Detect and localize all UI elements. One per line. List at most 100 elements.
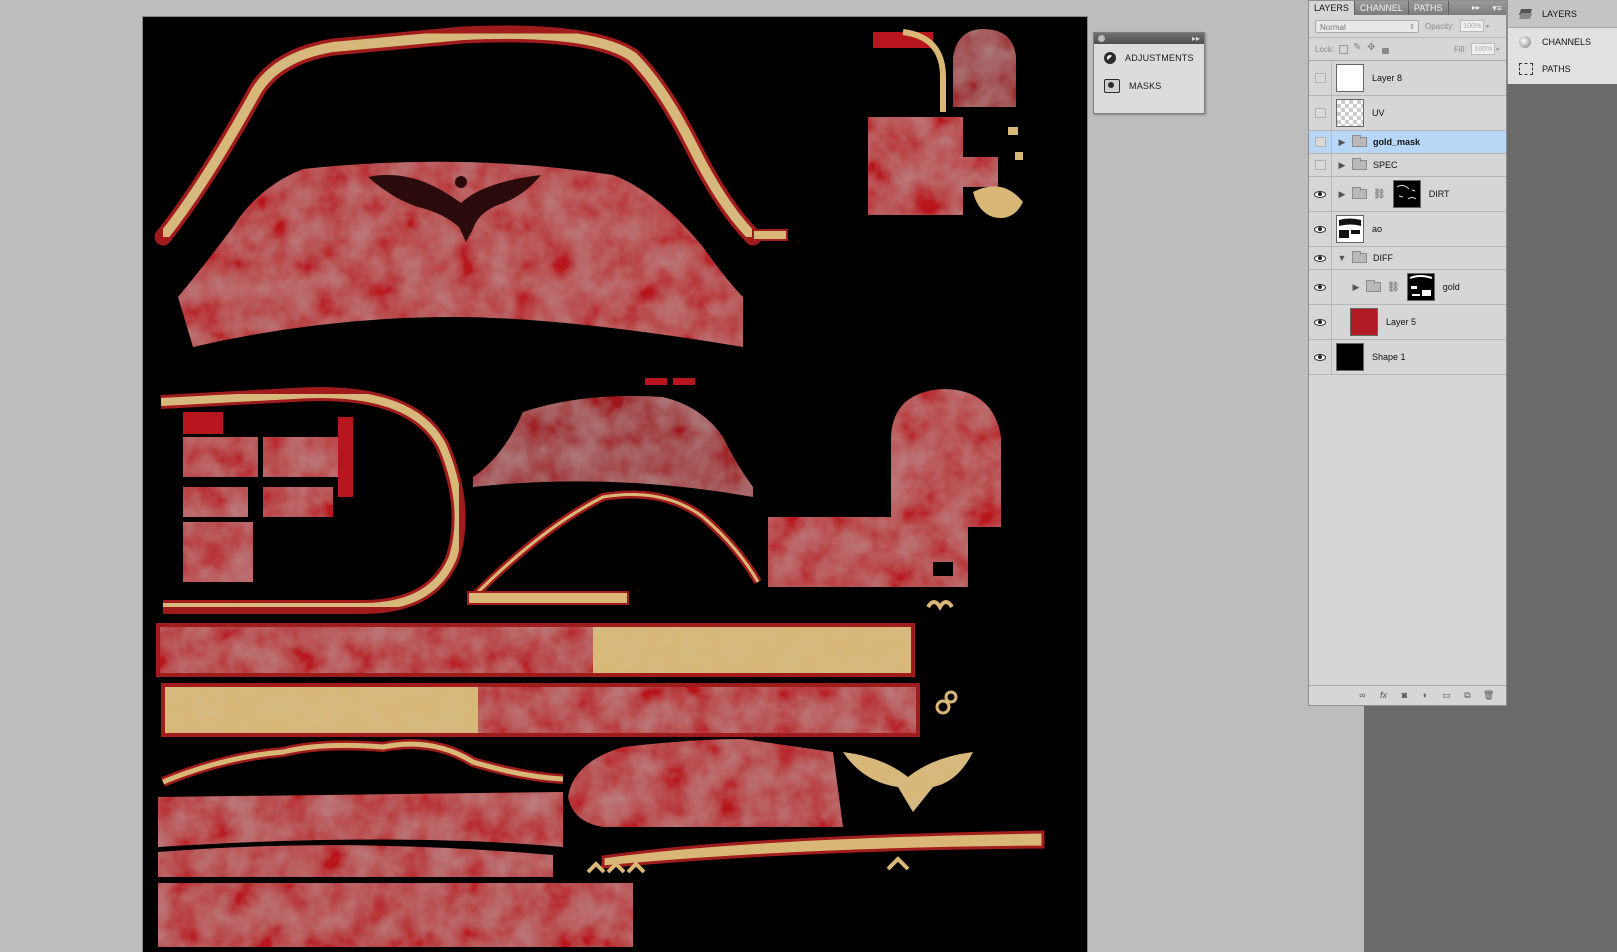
panel-dock: LAYERS CHANNELS PATHS [1507,0,1617,84]
layer-thumbnail [1336,99,1364,127]
dock-label: LAYERS [1542,8,1577,19]
visibility-toggle[interactable] [1309,270,1332,304]
visibility-toggle[interactable] [1309,247,1332,269]
new-layer-icon[interactable]: ⧉ [1462,690,1473,701]
blend-mode-select[interactable]: Normal [1315,19,1419,34]
eye-icon [1314,225,1326,233]
collapse-arrow-icon[interactable]: ▼ [1336,253,1348,263]
visibility-toggle[interactable] [1309,305,1332,339]
hidden-eye-icon [1314,73,1326,83]
delete-layer-icon[interactable]: 🗑 [1483,690,1494,701]
collapse-icon[interactable]: ▸▸ [1472,1,1480,15]
folder-icon [1352,135,1367,147]
lock-image-icon[interactable] [1353,42,1362,54]
folder-icon [1352,187,1367,199]
layer-thumbnail [1336,64,1364,92]
new-group-icon[interactable]: ▭ [1441,690,1452,701]
adjustments-icon [1104,52,1116,64]
adjustments-item[interactable]: ADJUSTMENTS [1094,44,1204,72]
dock-channels[interactable]: CHANNELS [1508,28,1617,55]
lock-all-icon[interactable] [1381,45,1390,54]
layers-panel-tabs: LAYERS CHANNEL PATHS ▸▸ ▾≡ [1309,1,1506,15]
layer-name: Layer 8 [1372,73,1403,83]
layer-name: gold [1442,282,1460,292]
layer-thumbnail [1336,343,1364,371]
opacity-field[interactable]: 100% [1460,20,1485,32]
layer-name: DIFF [1373,253,1393,263]
visibility-toggle[interactable] [1309,96,1332,130]
link-layers-icon[interactable]: ∞ [1357,690,1368,701]
layer-group-row[interactable]: ▶ SPEC [1309,154,1506,177]
layer-group-row[interactable]: ▶ ⛓ gold [1309,270,1506,305]
add-mask-icon[interactable]: ◙ [1399,690,1410,701]
expand-arrow-icon[interactable]: ▶ [1350,282,1362,293]
uv-texture-artwork [154,25,1045,947]
lock-position-icon[interactable] [1367,42,1376,54]
layer-name: Layer 5 [1386,317,1417,327]
document-canvas[interactable] [143,17,1087,952]
eye-icon [1314,318,1326,326]
fill-label: Fill: [1454,44,1467,54]
layer-row[interactable]: Shape 1 [1309,340,1506,375]
masks-icon [1104,79,1120,93]
tab-layers[interactable]: LAYERS [1309,1,1355,15]
tab-channels[interactable]: CHANNEL [1355,1,1409,15]
tab-paths[interactable]: PATHS [1409,1,1449,15]
expand-arrow-icon[interactable]: ▶ [1336,160,1348,171]
close-icon[interactable] [1098,35,1105,42]
visibility-toggle[interactable] [1309,131,1332,153]
panel-header[interactable]: ▸▸ [1094,33,1204,44]
layer-row[interactable]: Layer 5 [1309,305,1506,340]
layer-row[interactable]: ao [1309,212,1506,247]
lock-row: Lock: Fill: 100% ▸ [1309,38,1506,61]
visibility-toggle[interactable] [1309,61,1332,95]
channels-icon [1518,35,1534,49]
mask-thumbnail[interactable] [1406,273,1435,301]
panel-menu-icon[interactable]: ▾≡ [1492,1,1502,15]
dock-paths[interactable]: PATHS [1508,55,1617,82]
layer-name: Shape 1 [1372,352,1406,362]
lock-label: Lock: [1315,44,1335,54]
layer-thumbnail [1350,308,1378,336]
layer-thumbnail [1336,215,1364,243]
layer-name: DIRT [1428,189,1450,199]
layer-name: SPEC [1373,160,1398,170]
layer-row[interactable]: UV [1309,96,1506,131]
adjustment-layer-icon[interactable]: ◐ [1420,690,1431,701]
folder-icon [1366,280,1381,292]
adjustments-label: ADJUSTMENTS [1125,53,1194,63]
fill-dropdown-icon[interactable]: ▸ [1496,45,1500,53]
masks-item[interactable]: MASKS [1094,72,1204,100]
hidden-eye-icon [1314,108,1326,118]
link-icon: ⛓ [1387,281,1400,293]
expand-arrow-icon[interactable]: ▶ [1336,189,1348,200]
opacity-dropdown-icon[interactable]: ▸ [1486,22,1490,30]
layer-group-row[interactable]: ▶ gold_mask [1309,131,1506,154]
mask-thumbnail[interactable] [1392,180,1421,208]
layer-group-row[interactable]: ▼ DIFF [1309,247,1506,270]
visibility-toggle[interactable] [1309,340,1332,374]
layers-panel-footer: ∞ fx ◙ ◐ ▭ ⧉ 🗑 [1309,685,1506,705]
layer-group-row[interactable]: ▶ ⛓ DIRT [1309,177,1506,212]
layer-list: Layer 8 UV ▶ gold_mask ▶ SPEC ▶ ⛓ DIRT a… [1309,61,1506,375]
dock-label: PATHS [1542,63,1571,74]
expand-arrow-icon[interactable]: ▶ [1336,137,1348,148]
eye-icon [1314,283,1326,291]
opacity-label: Opacity: [1425,21,1455,31]
eye-icon [1314,190,1326,198]
collapse-icon[interactable]: ▸▸ [1192,33,1200,44]
document-workspace [0,0,1364,952]
visibility-toggle[interactable] [1309,212,1332,246]
visibility-toggle[interactable] [1309,177,1332,211]
visibility-toggle[interactable] [1309,154,1332,176]
paths-icon [1518,62,1534,76]
layer-style-icon[interactable]: fx [1378,690,1389,701]
link-icon: ⛓ [1373,188,1386,200]
layer-row[interactable]: Layer 8 [1309,61,1506,96]
folder-icon [1352,251,1367,263]
hidden-eye-icon [1314,160,1326,170]
lock-transparency-icon[interactable] [1339,44,1349,54]
dock-label: CHANNELS [1542,36,1592,47]
fill-field[interactable]: 100% [1471,43,1496,55]
dock-layers[interactable]: LAYERS [1508,0,1617,28]
